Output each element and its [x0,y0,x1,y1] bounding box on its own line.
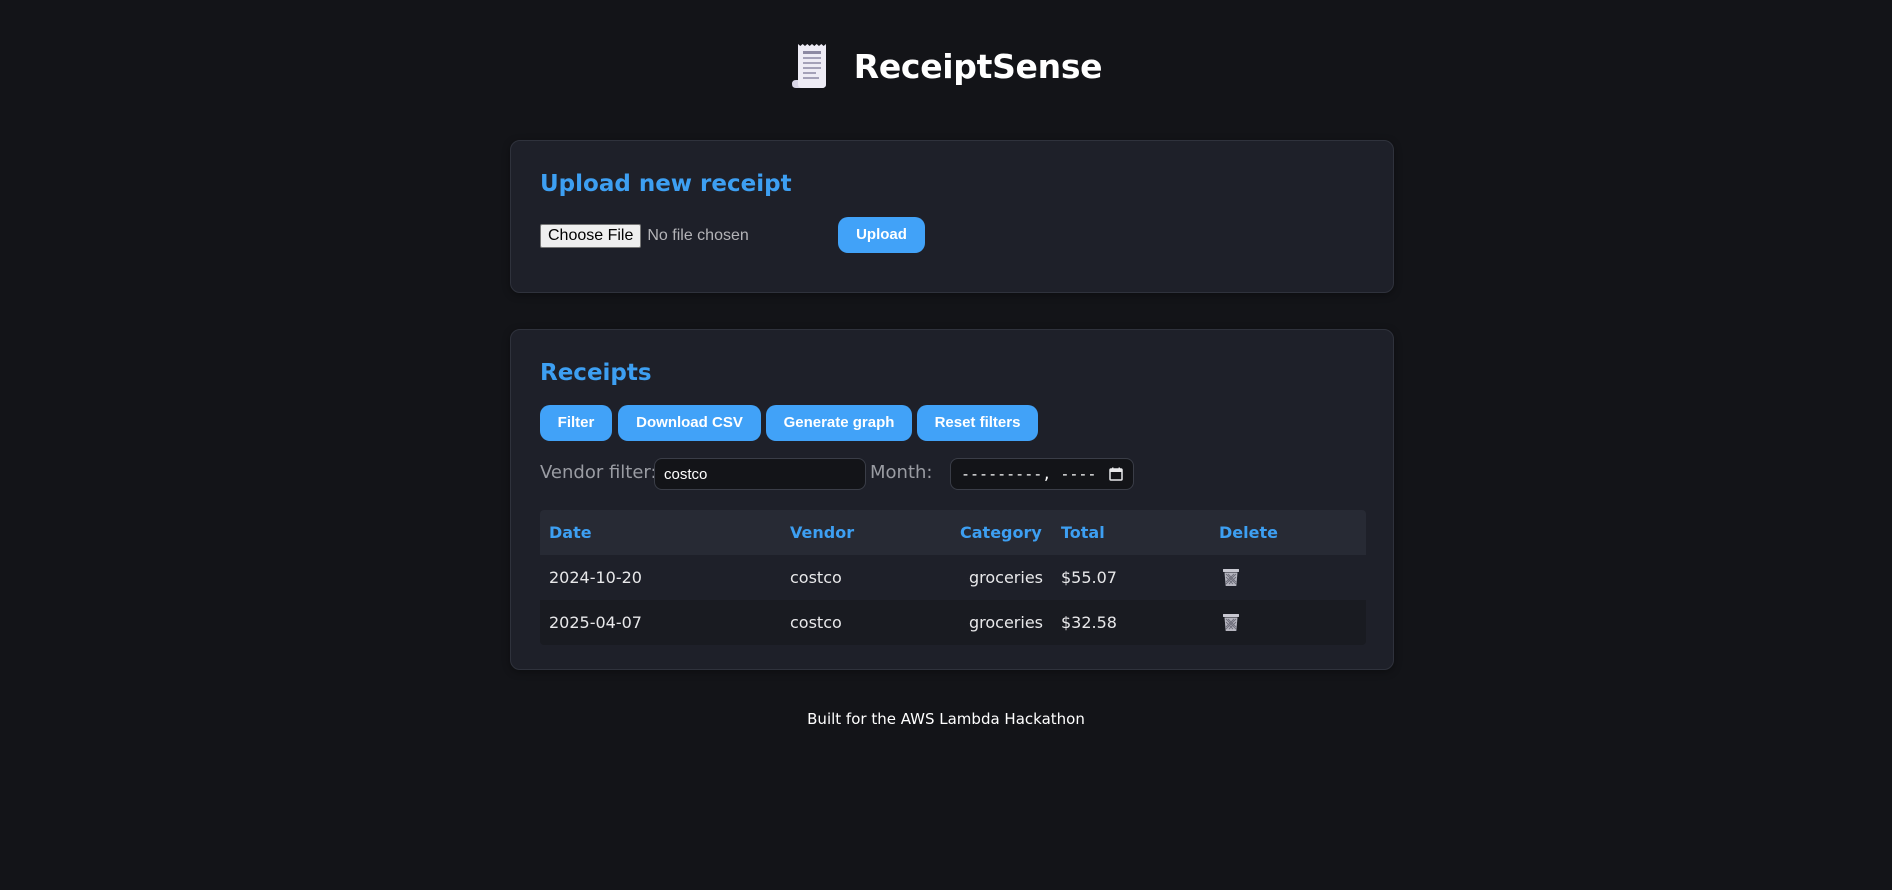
page: ReceiptSense Upload new receipt Choose F… [0,0,1892,890]
upload-heading: Upload new receipt [540,171,792,197]
generate-graph-button[interactable]: Generate graph [766,405,912,441]
filter-row: Vendor filter: Month: ---------, ---- [540,458,1360,490]
receipts-card: Receipts Filter Download CSV Generate gr… [510,329,1394,670]
column-header-vendor[interactable]: Vendor [790,510,854,555]
upload-button[interactable]: Upload [838,217,925,253]
trash-icon[interactable] [1222,613,1240,632]
cell-category: groceries [968,613,1043,632]
footer-text: Built for the AWS Lambda Hackathon [807,710,1085,728]
calendar-icon[interactable] [1109,467,1123,481]
cell-total: $55.07 [1061,568,1117,587]
app-title: ReceiptSense [853,46,1103,86]
column-header-total[interactable]: Total [1061,510,1105,555]
month-filter-input[interactable]: ---------, ---- [950,458,1134,490]
vendor-filter-input[interactable] [654,458,866,490]
cell-category: groceries [968,568,1043,587]
app-header: ReceiptSense [0,40,1892,92]
table-row: 2024-10-20 costco groceries $55.07 [540,555,1366,600]
download-csv-button[interactable]: Download CSV [618,405,761,441]
month-placeholder: ---------, ---- [961,465,1097,483]
filter-button[interactable]: Filter [540,405,612,441]
month-filter-label: Month: [870,462,933,483]
cell-date: 2024-10-20 [549,568,642,587]
cell-date: 2025-04-07 [549,613,642,632]
trash-icon[interactable] [1222,568,1240,587]
table-header: Date Vendor Category Total Delete [540,510,1366,555]
column-header-date[interactable]: Date [549,510,592,555]
column-header-category[interactable]: Category [960,510,1042,555]
file-picker: Choose File No file chosen [540,224,749,248]
table-row: 2025-04-07 costco groceries $32.58 [540,600,1366,645]
receipts-heading: Receipts [540,360,652,386]
file-status-text: No file chosen [647,227,749,244]
vendor-filter-label: Vendor filter: [540,462,657,483]
upload-card: Upload new receipt Choose File No file c… [510,140,1394,293]
column-header-delete: Delete [1219,523,1278,542]
receipt-icon [791,44,826,88]
receipts-table: Date Vendor Category Total Delete 2024-1… [540,510,1366,645]
cell-vendor: costco [790,613,842,632]
reset-filters-button[interactable]: Reset filters [917,405,1038,441]
choose-file-button[interactable]: Choose File [540,224,642,248]
cell-total: $32.58 [1061,613,1117,632]
cell-vendor: costco [790,568,842,587]
